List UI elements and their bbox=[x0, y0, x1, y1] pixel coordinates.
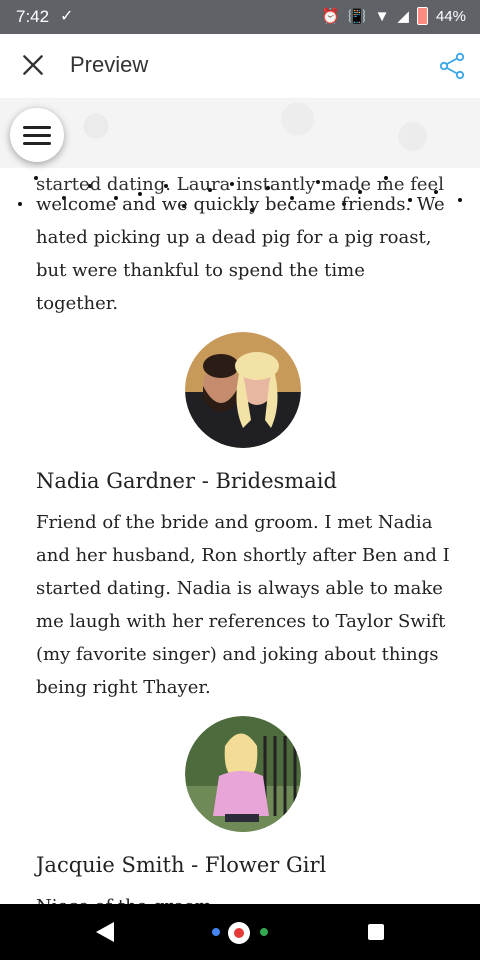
status-time: 7:42 bbox=[16, 7, 50, 26]
assistant-dot-green bbox=[260, 928, 268, 936]
wifi-icon: ▼ bbox=[374, 7, 390, 25]
page-title: Preview bbox=[70, 52, 149, 77]
download-check-icon: ✓ bbox=[60, 8, 74, 25]
partial-line: started dating. Laura instantly made me … bbox=[36, 174, 444, 195]
status-icons: ⏰ 📳 ▼ ◢ 44% bbox=[321, 7, 466, 25]
signal-icon: ◢ bbox=[397, 8, 409, 25]
person-name: Nadia Gardner - Bridesmaid bbox=[36, 469, 337, 493]
nadia-avatar bbox=[185, 332, 301, 448]
vibrate-icon: 📳 bbox=[347, 8, 367, 25]
navigation-bar bbox=[0, 904, 480, 960]
home-icon[interactable] bbox=[228, 922, 250, 944]
recent-apps-icon[interactable] bbox=[368, 924, 384, 940]
assistant-dot-blue bbox=[212, 928, 220, 936]
status-bar: 7:42 ✓ ⏰ 📳 ▼ ◢ 44% bbox=[0, 0, 480, 34]
menu-button[interactable] bbox=[10, 108, 64, 162]
share-icon[interactable] bbox=[438, 52, 466, 80]
person-bio: Friend of the bride and groom. I met Nad… bbox=[36, 512, 450, 698]
back-icon[interactable] bbox=[96, 922, 114, 942]
person-name: Jacquie Smith - Flower Girl bbox=[36, 853, 327, 877]
battery-icon bbox=[416, 7, 428, 25]
intro-paragraph: welcome and we quickly became friends. W… bbox=[36, 194, 445, 314]
content: started dating. Laura instantly made me … bbox=[36, 160, 450, 923]
jacquie-avatar bbox=[185, 716, 301, 832]
alarm-icon: ⏰ bbox=[321, 8, 340, 25]
app-bar: Preview bbox=[0, 34, 480, 99]
close-icon[interactable] bbox=[20, 52, 46, 78]
battery-percent: 44% bbox=[435, 7, 466, 25]
decorative-header-pattern bbox=[0, 98, 480, 168]
